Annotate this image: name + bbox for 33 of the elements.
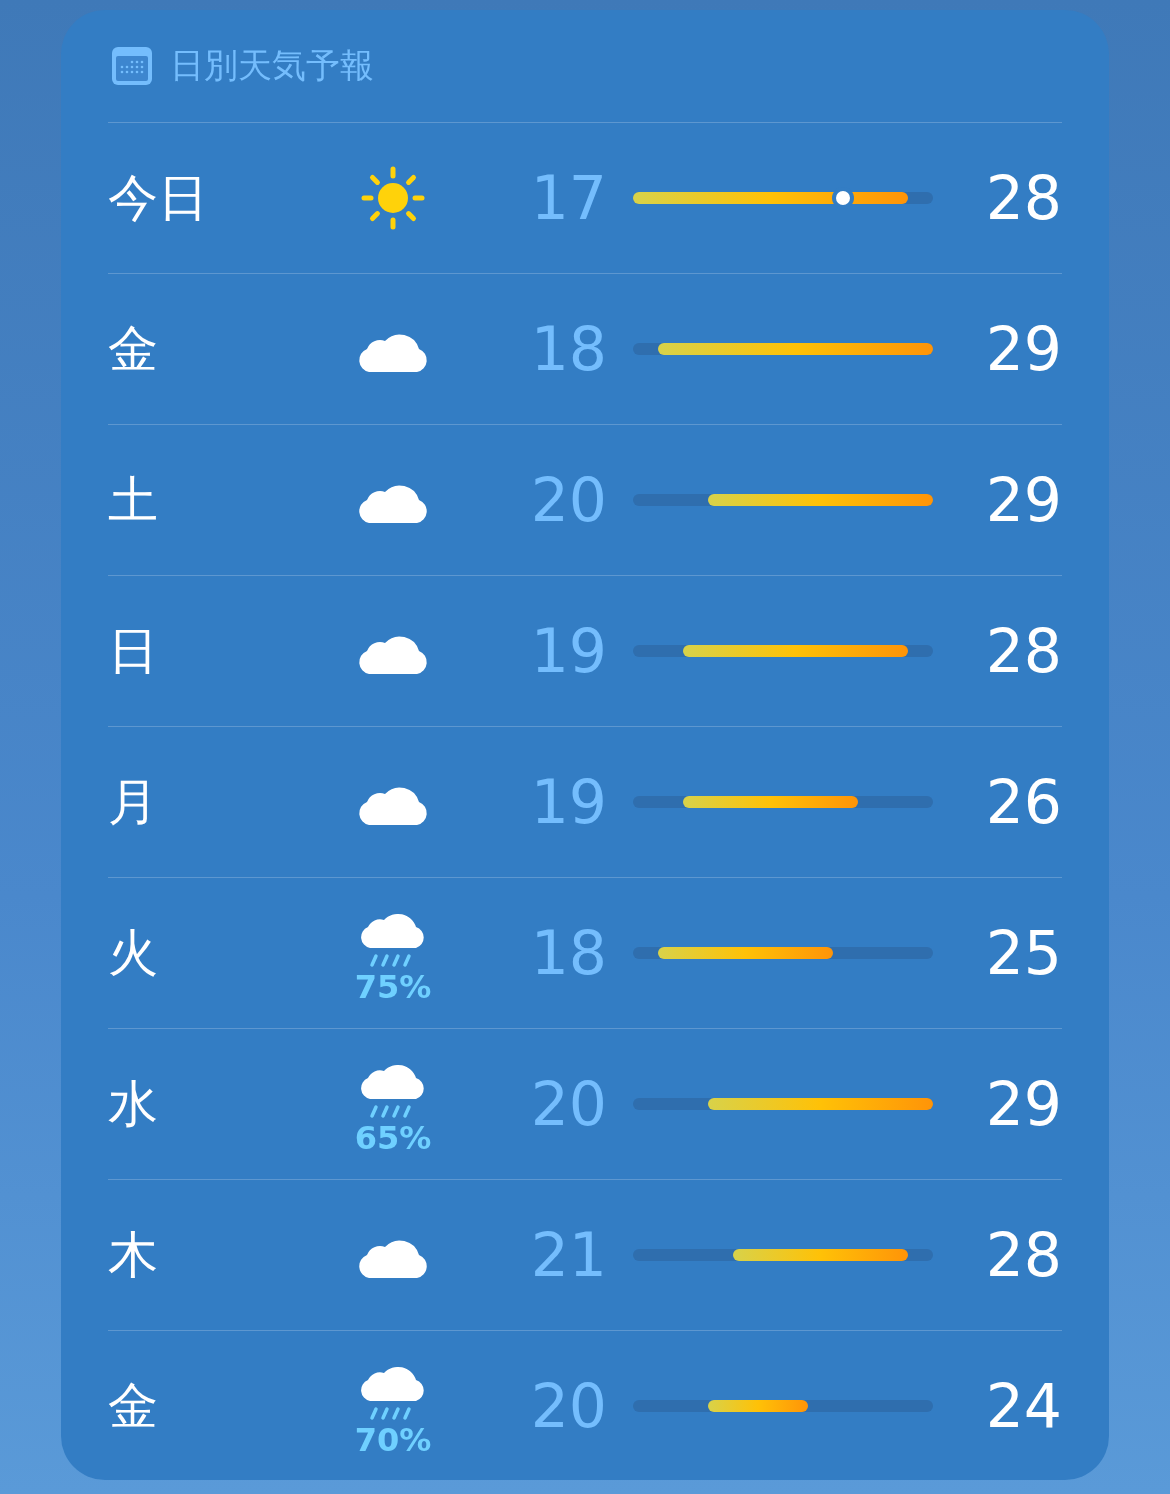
high-temperature: 28 xyxy=(984,163,1062,233)
low-temperature: 17 xyxy=(529,163,608,233)
low-temperature: 20 xyxy=(529,1069,608,1139)
day-label: 金 xyxy=(108,1375,159,1437)
calendar-icon xyxy=(112,47,152,85)
high-temperature: 26 xyxy=(984,767,1062,837)
high-temperature: 25 xyxy=(984,918,1062,988)
precipitation-chance: 65% xyxy=(354,1122,432,1154)
day-label: 木 xyxy=(108,1224,159,1286)
high-temperature: 24 xyxy=(984,1371,1062,1441)
low-temperature: 18 xyxy=(529,314,608,384)
low-temperature: 20 xyxy=(529,1371,608,1441)
high-temperature: 29 xyxy=(984,314,1062,384)
low-temperature: 20 xyxy=(529,465,608,535)
day-label: 月 xyxy=(108,771,159,833)
day-label: 日 xyxy=(108,620,159,682)
sun-icon xyxy=(360,165,426,231)
high-temperature: 29 xyxy=(984,465,1062,535)
section-title: 日別天気予報 xyxy=(170,44,374,87)
day-label: 今日 xyxy=(108,167,209,229)
high-temperature: 28 xyxy=(984,1220,1062,1290)
precipitation-chance: 70% xyxy=(354,1424,432,1456)
day-label: 水 xyxy=(108,1073,159,1135)
day-label: 金 xyxy=(108,318,159,380)
low-temperature: 18 xyxy=(529,918,608,988)
low-temperature: 19 xyxy=(529,767,608,837)
day-label: 土 xyxy=(108,469,159,531)
day-label: 火 xyxy=(108,922,159,984)
low-temperature: 19 xyxy=(529,616,608,686)
high-temperature: 28 xyxy=(984,616,1062,686)
precipitation-chance: 75% xyxy=(354,971,432,1003)
low-temperature: 21 xyxy=(529,1220,608,1290)
high-temperature: 29 xyxy=(984,1069,1062,1139)
